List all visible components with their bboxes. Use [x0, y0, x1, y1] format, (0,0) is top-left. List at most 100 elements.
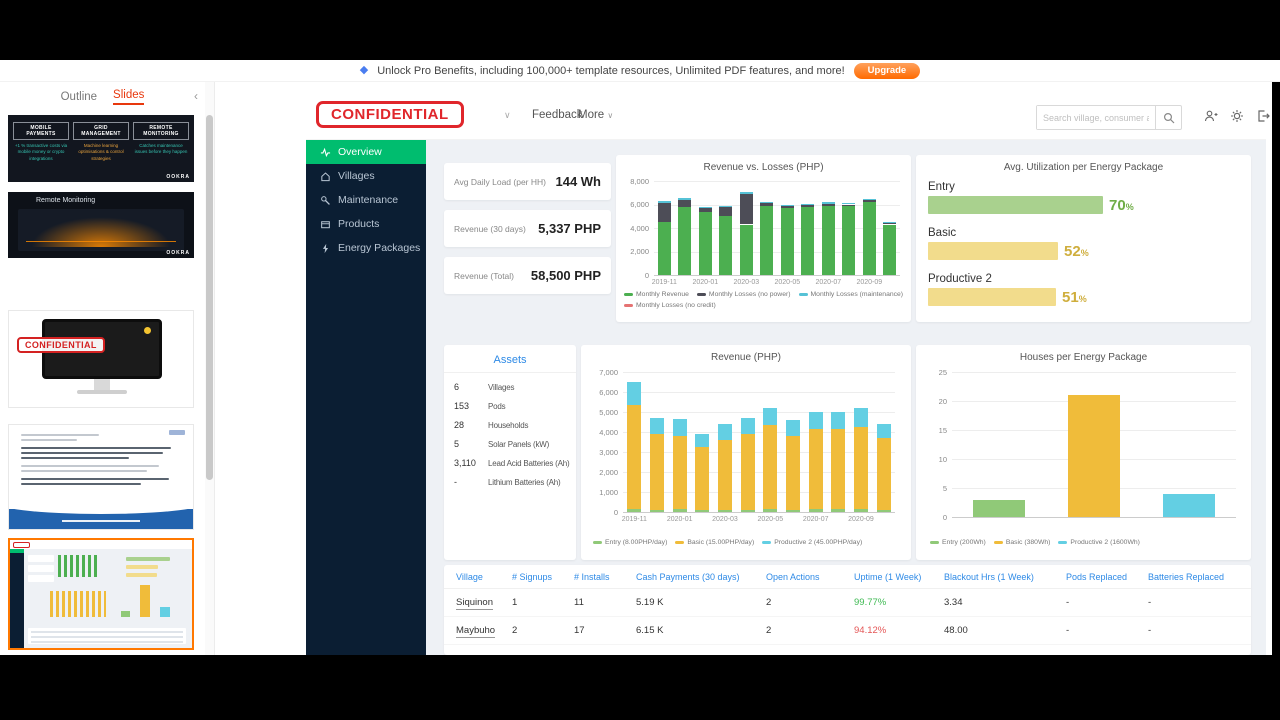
y-axis-tick: 2,000 — [599, 467, 618, 477]
table-row: Maybuho 2 17 6.15 K 2 94.12% 48.00- - — [444, 616, 1251, 645]
legend-item[interactable]: Monthly Losses (no power) — [696, 291, 791, 298]
column-header[interactable]: Blackout Hrs (1 Week) — [940, 565, 1062, 589]
sidebar-item-products[interactable]: Products — [306, 212, 426, 236]
chart-title: Houses per Energy Package — [1019, 352, 1148, 363]
bar-segment — [650, 418, 664, 434]
tab-outline[interactable]: Outline — [61, 91, 97, 103]
legend-item[interactable]: Productive 2 (45.00PHP/day) — [762, 539, 862, 546]
bar-segment — [831, 509, 846, 512]
search-icon — [1163, 112, 1174, 123]
search-button[interactable] — [1155, 106, 1181, 129]
asset-row: 5 Solar Panels (kW) — [444, 434, 576, 453]
sidebar-item-villages[interactable]: Villages — [306, 164, 426, 188]
stat-label: Revenue (30 days) — [454, 223, 526, 234]
x-axis-tick: 2019-11 — [621, 516, 647, 523]
search-input[interactable] — [1037, 106, 1155, 129]
feedback-link[interactable]: Feedback — [532, 109, 583, 121]
column-header[interactable]: # Signups — [508, 565, 570, 589]
legend-item[interactable]: Monthly Losses (maintenance) — [798, 291, 903, 298]
legend-label: Basic (15.00PHP/day) — [687, 539, 755, 546]
slide-thumbnail-2[interactable]: Remote Monitoring OOKRA — [8, 192, 194, 258]
bar-segment — [763, 509, 778, 512]
x-axis-tick: 2020-09 — [848, 516, 874, 523]
chevron-down-icon[interactable]: ∨ — [504, 110, 511, 121]
bar-segment — [678, 199, 692, 207]
bar-segment — [678, 198, 692, 200]
bar-segment — [650, 433, 664, 510]
sidebar-item-overview[interactable]: Overview — [306, 140, 426, 164]
column-header[interactable]: # Installs — [570, 565, 632, 589]
bar-segment — [854, 427, 868, 509]
asset-row: 6 Villages — [444, 377, 576, 396]
slide-thumbnail-3[interactable]: CONFIDENTIAL — [8, 310, 194, 408]
legend-marker-icon — [762, 541, 772, 544]
gridline — [623, 372, 895, 373]
column-header[interactable]: Open Actions — [762, 565, 850, 589]
y-axis-tick: 15 — [938, 425, 947, 435]
legend-item[interactable]: Monthly Losses (no credit) — [624, 302, 716, 309]
stat-value: 5,337 PHP — [538, 221, 601, 236]
bar-segment — [842, 204, 856, 207]
legend-marker-icon — [593, 541, 602, 544]
legend-item[interactable]: Productive 2 (1600Wh) — [1058, 539, 1140, 546]
village-link[interactable]: Maybuho — [456, 625, 496, 638]
slide-thumbnail-4[interactable] — [8, 424, 194, 530]
y-axis-tick: 25 — [938, 367, 947, 377]
y-axis-tick: 6,000 — [599, 387, 618, 397]
bar-segment — [842, 203, 856, 205]
bar-segment — [719, 216, 733, 276]
app-window: ◆ Unlock Pro Benefits, including 100,000… — [0, 0, 1280, 720]
sidebar-item-energy-packages[interactable]: Energy Packages — [306, 236, 426, 260]
legend-label: Monthly Revenue — [636, 291, 689, 298]
bar-segment — [739, 224, 753, 275]
legend-item[interactable]: Entry (8.00PHP/day) — [593, 539, 667, 546]
column-header[interactable]: Pods Replaced — [1062, 565, 1144, 589]
bar-segment — [718, 509, 732, 512]
table-row: Siquinon 1 11 5.19 K 2 99.77% 3.34- - — [444, 588, 1251, 617]
panel-scrollbar-thumb[interactable] — [206, 115, 213, 480]
slide-thumbnail-1[interactable]: MOBILE PAYMENTS +1 % transactive costs v… — [8, 115, 194, 182]
bar-segment — [808, 412, 823, 430]
logout-icon[interactable] — [1256, 109, 1270, 128]
utilization-bar — [928, 242, 1058, 260]
bar-segment — [821, 202, 835, 204]
thumb2-title: Remote Monitoring — [36, 197, 96, 204]
legend-item[interactable]: Monthly Revenue — [624, 291, 689, 298]
legend-marker-icon — [993, 541, 1003, 544]
legend-item[interactable]: Entry (200Wh) — [930, 539, 986, 546]
add-user-icon[interactable] — [1204, 109, 1218, 128]
bar-segment — [831, 412, 846, 430]
table-cell: 3.34 — [940, 588, 1062, 617]
slide-thumbnail-5-selected[interactable] — [8, 538, 194, 650]
upgrade-button[interactable]: Upgrade — [853, 62, 921, 79]
bar-segment — [760, 205, 774, 275]
column-header[interactable]: Village — [444, 565, 508, 589]
table-cell: 2 — [762, 616, 850, 645]
houses-chart-card: Houses per Energy Package 0 5 10 15 20 25 Entr… — [916, 345, 1251, 560]
panel-scrollbar[interactable] — [205, 82, 214, 655]
bar-segment — [842, 206, 856, 275]
y-axis-tick: 7,000 — [599, 367, 618, 377]
assets-card: Assets 6 Villages 153 Pods 28 Households 5 Sola… — [444, 345, 576, 560]
village-link[interactable]: Siquinon — [456, 597, 493, 610]
column-header[interactable]: Uptime (1 Week) — [850, 565, 940, 589]
collapse-panel-icon[interactable]: ‹ — [194, 89, 198, 103]
column-header[interactable]: Cash Payments (30 days) — [632, 565, 762, 589]
slides-panel: Outline Slides ‹ MOBILE PAYMENTS +1 % tr… — [0, 82, 205, 655]
column-header[interactable]: Batteries Replaced — [1144, 565, 1251, 589]
bar-segment — [695, 510, 710, 512]
gridline — [952, 372, 1236, 373]
bar-segment — [739, 193, 753, 225]
ookra-logo: OOKRA — [166, 174, 190, 180]
settings-gear-icon[interactable] — [1230, 109, 1244, 128]
bar-segment — [698, 208, 712, 212]
tab-slides[interactable]: Slides — [113, 89, 145, 105]
legend-item[interactable]: Basic (380Wh) — [993, 539, 1050, 546]
sidebar-item-maintenance[interactable]: Maintenance — [306, 188, 426, 212]
bar-segment — [740, 433, 755, 510]
bar-segment — [657, 222, 671, 275]
dashboard-topbar: CONFIDENTIAL ∨ Feedback More ∨ — [306, 95, 1270, 140]
legend-item[interactable]: Basic (15.00PHP/day) — [675, 539, 754, 546]
table-cell: 2 — [762, 588, 850, 617]
more-menu[interactable]: More ∨ — [578, 109, 613, 121]
